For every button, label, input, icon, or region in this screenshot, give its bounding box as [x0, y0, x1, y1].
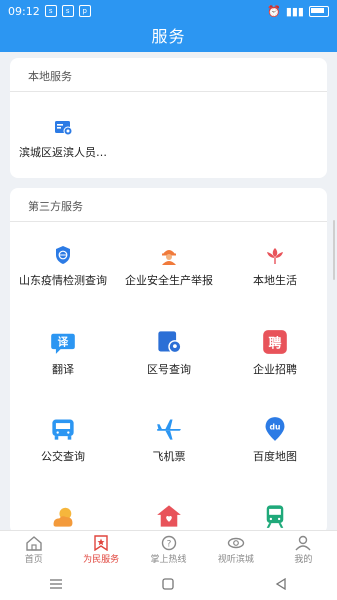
star-flag-icon: [94, 535, 108, 551]
service-item[interactable]: du 百度地图: [222, 416, 327, 496]
svg-text:du: du: [270, 423, 281, 432]
system-nav-bar: [0, 568, 337, 600]
service-label: 公交查询: [41, 450, 85, 463]
area-code-icon: [158, 331, 182, 354]
service-label: 滨城区返滨人员…: [19, 146, 107, 159]
notification-icon: s: [61, 5, 74, 17]
service-item[interactable]: 聘 企业招聘: [222, 329, 327, 409]
bus-icon: [52, 419, 74, 440]
menu-icon[interactable]: [49, 578, 63, 590]
service-label: 本地生活: [253, 274, 297, 287]
notification-icon: p: [78, 5, 91, 17]
service-label: 翻译: [52, 363, 74, 376]
home-square-icon[interactable]: [161, 578, 175, 590]
service-label: 百度地图: [253, 450, 297, 463]
service-label: 飞机票: [152, 450, 186, 463]
service-label: 企业安全生产举报: [125, 274, 213, 287]
tab-home[interactable]: 首页: [0, 531, 67, 569]
shield-icon: [56, 246, 70, 264]
back-icon[interactable]: [274, 578, 288, 590]
service-item[interactable]: 译 翻译: [10, 329, 116, 409]
tab-label: 视听滨城: [217, 555, 254, 565]
tab-services[interactable]: 为民服务: [67, 531, 134, 569]
section-title: 本地服务: [28, 70, 72, 83]
tab-label: 我的: [294, 555, 313, 565]
section-title: 第三方服务: [28, 200, 83, 213]
tab-label: 掌上热线: [150, 555, 187, 565]
status-time: 09:12: [8, 4, 40, 18]
service-item[interactable]: 本地生活: [222, 244, 327, 324]
service-item[interactable]: 山东疫情检测查询: [10, 244, 116, 324]
svg-text:聘: 聘: [269, 335, 282, 351]
eye-icon: [227, 537, 245, 549]
divider: [10, 221, 327, 222]
house-heart-icon: [157, 505, 181, 527]
airplane-icon: [157, 419, 181, 440]
svg-text:?: ?: [166, 540, 171, 550]
train-icon: [266, 505, 284, 528]
service-item[interactable]: 飞机票: [116, 416, 222, 496]
third-party-services-card: 第三方服务 山东疫情检测查询 企业安全生产举报 本地生活 译 翻译 区号查询 聘…: [10, 188, 327, 534]
lotus-icon: [267, 248, 283, 264]
service-item[interactable]: 滨城区返滨人员…: [10, 116, 116, 178]
bottom-tab-bar: 首页 为民服务 ? 掌上热线 视听滨城 我的: [0, 530, 337, 569]
translate-icon: 译: [51, 333, 75, 354]
question-icon: ?: [161, 535, 176, 551]
notification-icon: s: [44, 5, 57, 17]
svg-text:译: 译: [58, 336, 69, 349]
divider: [10, 91, 327, 92]
scrollbar[interactable]: [333, 220, 335, 280]
weather-icon: [53, 507, 73, 527]
tab-label: 首页: [24, 555, 43, 565]
page-title: 服务: [0, 22, 337, 52]
service-item[interactable]: 公交查询: [10, 416, 116, 496]
tab-hotline[interactable]: ? 掌上热线: [135, 531, 202, 569]
tab-mine[interactable]: 我的: [270, 531, 337, 569]
service-label: 山东疫情检测查询: [19, 274, 107, 287]
user-icon: [295, 535, 311, 551]
service-label: 企业招聘: [253, 363, 297, 376]
id-card-icon: [55, 121, 73, 136]
signal-icon: ▮▮▮: [285, 4, 304, 18]
battery-icon: [309, 5, 329, 17]
tab-label: 为民服务: [83, 555, 120, 565]
baidu-map-icon: du: [265, 417, 285, 441]
alarm-icon: ⏰: [267, 4, 281, 18]
recruit-icon: 聘: [263, 330, 287, 354]
service-item[interactable]: 企业安全生产举报: [116, 244, 222, 324]
service-label: 区号查询: [147, 363, 191, 376]
status-bar: 09:12 s s p ⏰ ▮▮▮: [0, 0, 337, 22]
local-services-card: 本地服务 滨城区返滨人员…: [10, 58, 327, 178]
worker-icon: [162, 250, 176, 265]
service-item[interactable]: 区号查询: [116, 329, 222, 409]
home-icon: [26, 536, 42, 551]
tab-media[interactable]: 视听滨城: [202, 531, 269, 569]
